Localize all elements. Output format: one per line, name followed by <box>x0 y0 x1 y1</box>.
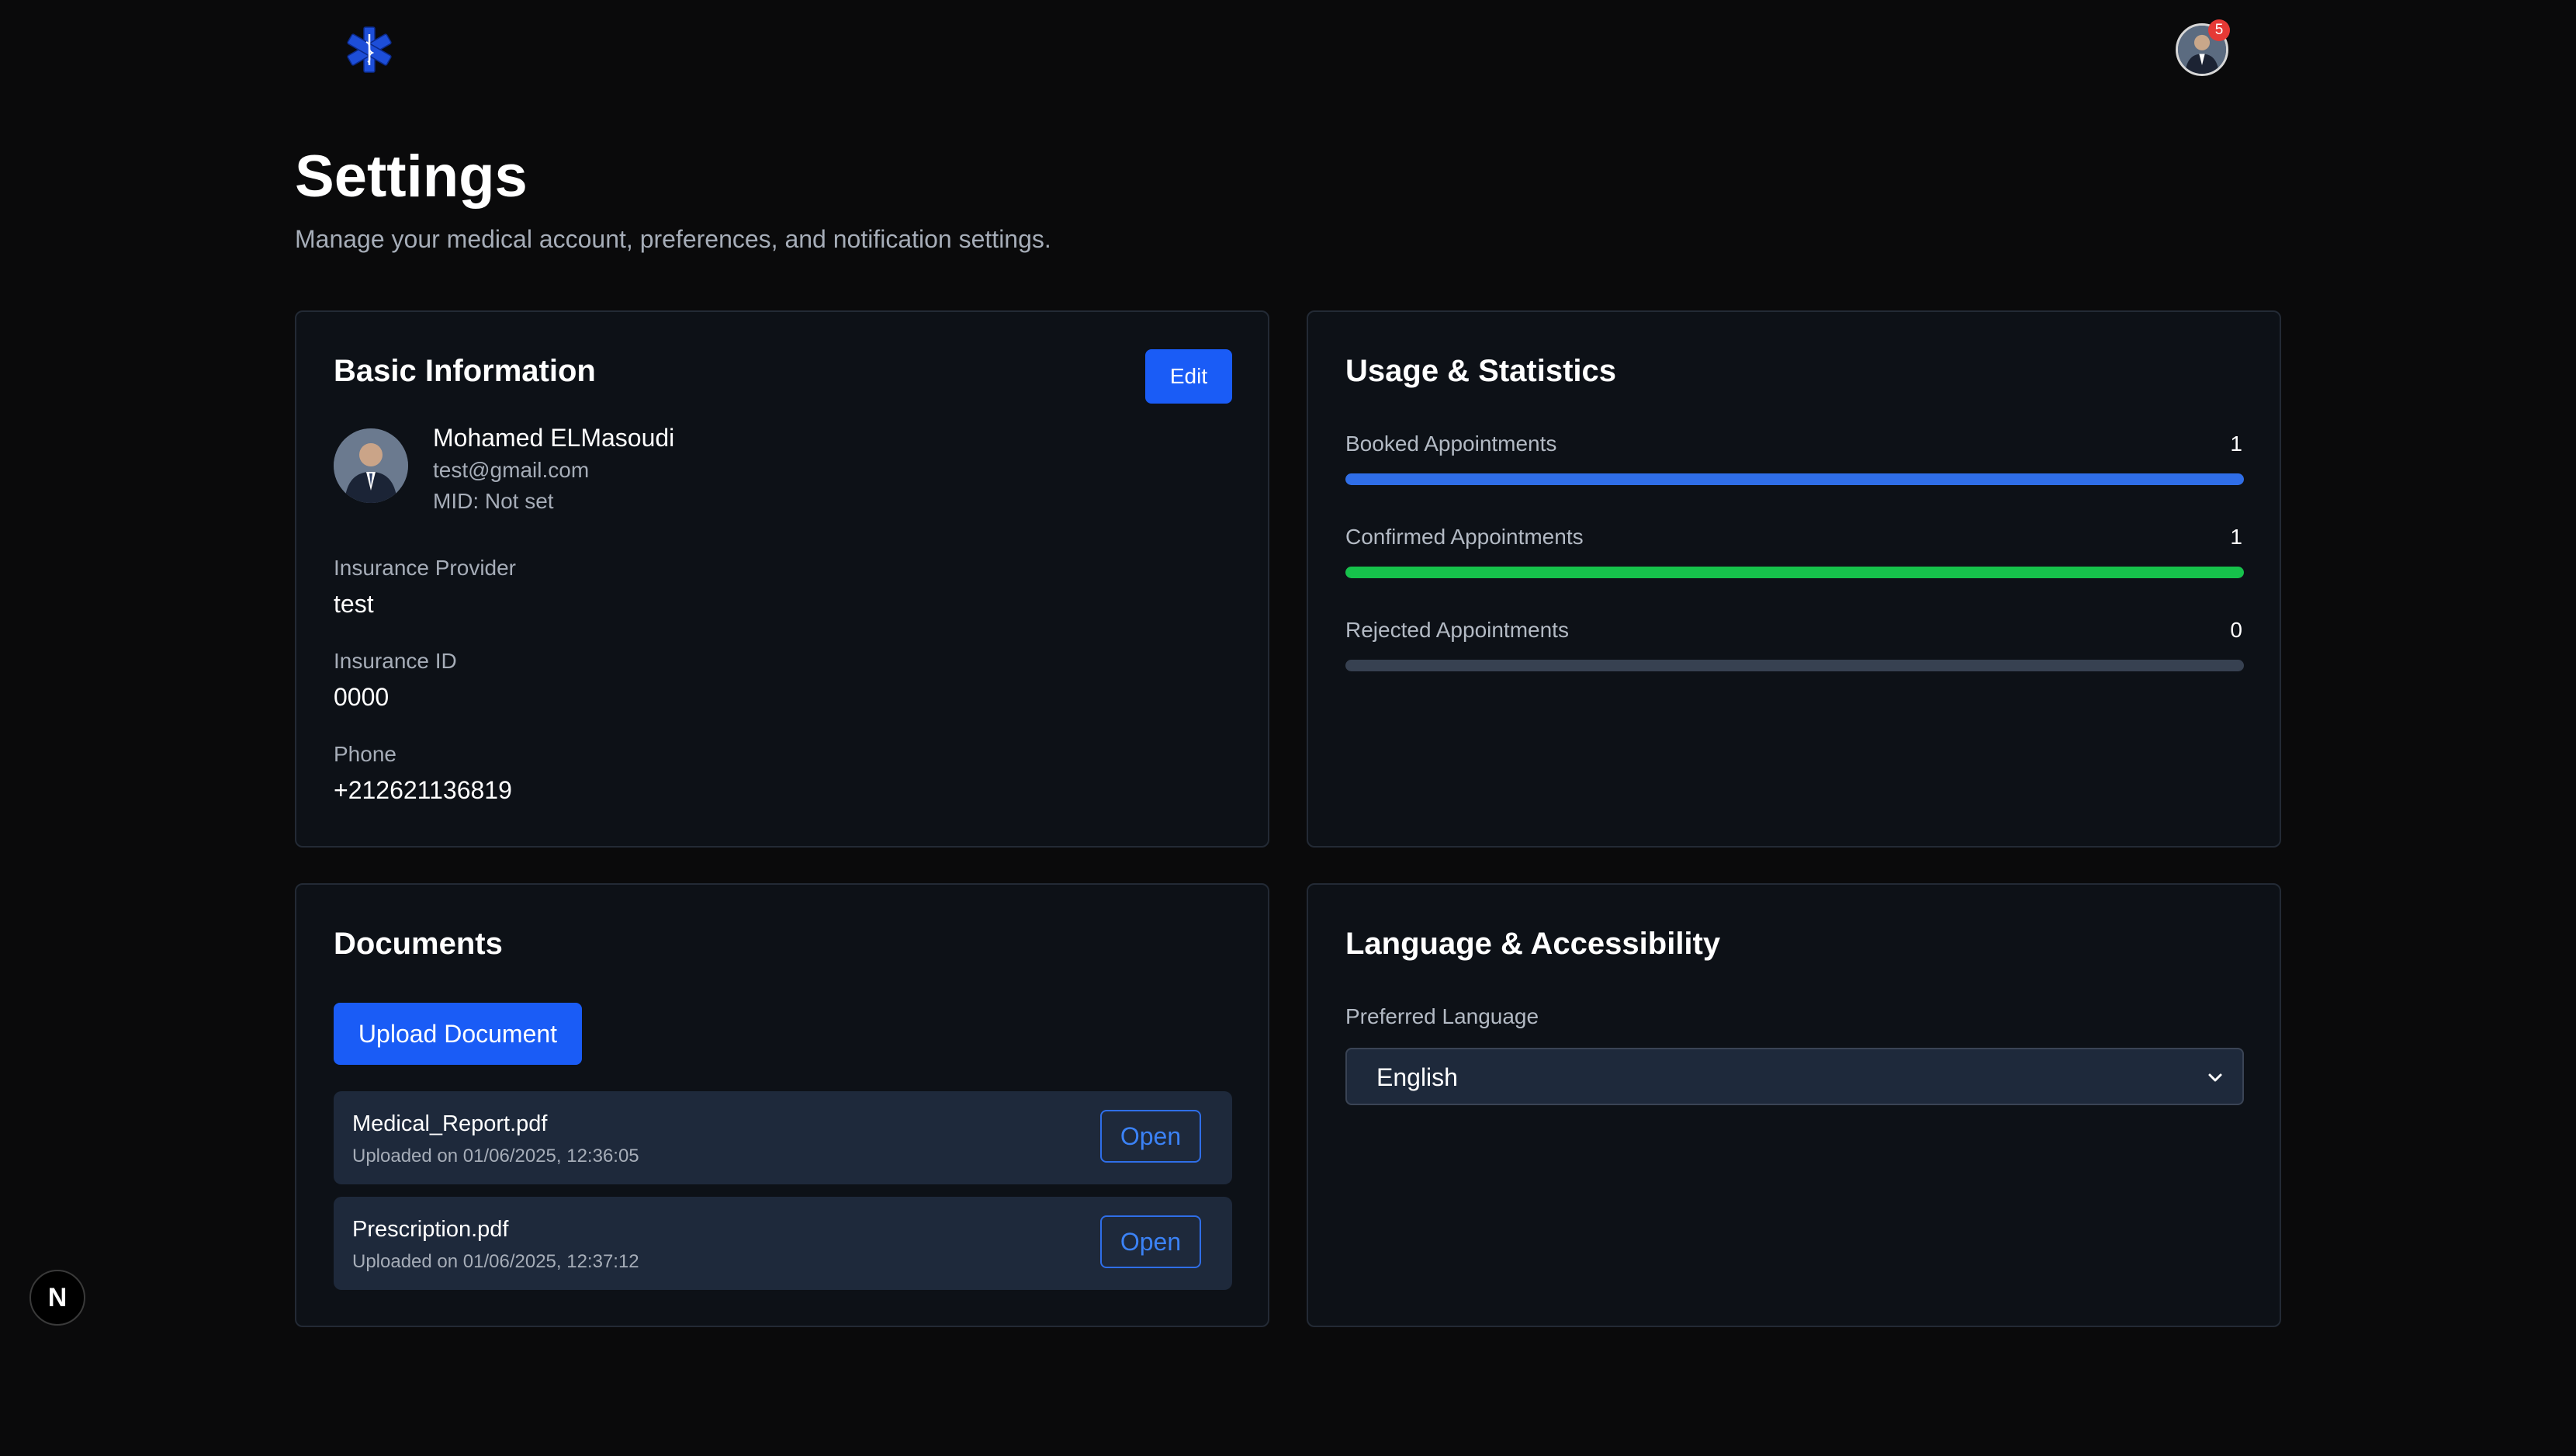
basic-information-title: Basic Information <box>334 354 596 388</box>
confirmed-appointments-value: 1 <box>2230 525 2242 549</box>
phone-label: Phone <box>334 742 396 766</box>
insurance-provider-value: test <box>334 590 374 618</box>
language-accessibility-title: Language & Accessibility <box>1345 927 1721 961</box>
booked-appointments-value: 1 <box>2230 432 2242 456</box>
document-name: Medical_Report.pdf <box>352 1111 548 1136</box>
star-of-life-icon[interactable] <box>345 25 394 75</box>
document-upload-date: Uploaded on 01/06/2025, 12:36:05 <box>352 1146 639 1167</box>
booked-appointments-fill <box>1345 473 2244 485</box>
basic-information-card: Basic Information Edit Mohamed ELMasoudi… <box>295 310 1269 848</box>
profile-email: test@gmail.com <box>433 458 590 482</box>
edit-button[interactable]: Edit <box>1145 349 1232 404</box>
chevron-down-icon <box>2208 1073 2222 1082</box>
profile-avatar <box>334 428 408 503</box>
confirmed-appointments-label: Confirmed Appointments <box>1345 525 1584 549</box>
document-upload-date: Uploaded on 01/06/2025, 12:37:12 <box>352 1251 639 1272</box>
page-subtitle: Manage your medical account, preferences… <box>295 225 1051 253</box>
open-document-button[interactable]: Open <box>1100 1110 1201 1163</box>
language-accessibility-card: Language & Accessibility Preferred Langu… <box>1307 883 2281 1327</box>
document-name: Prescription.pdf <box>352 1217 509 1242</box>
rejected-appointments-value: 0 <box>2230 618 2242 642</box>
confirmed-appointments-progress <box>1345 567 2244 578</box>
rejected-appointments-label: Rejected Appointments <box>1345 618 1569 642</box>
rejected-appointments-progress <box>1345 660 2244 671</box>
document-row: Prescription.pdf Uploaded on 01/06/2025,… <box>334 1197 1232 1290</box>
documents-card: Documents Upload Document Medical_Report… <box>295 883 1269 1327</box>
insurance-provider-label: Insurance Provider <box>334 556 517 580</box>
page-title: Settings <box>295 144 528 210</box>
top-header: 5 <box>0 0 2576 101</box>
preferred-language-select[interactable]: English <box>1345 1048 2244 1105</box>
profile-name: Mohamed ELMasoudi <box>433 424 675 452</box>
notification-badge: 5 <box>2208 19 2230 41</box>
profile-mid: MID: Not set <box>433 489 554 513</box>
booked-appointments-label: Booked Appointments <box>1345 432 1557 456</box>
confirmed-appointments-fill <box>1345 567 2244 578</box>
document-row: Medical_Report.pdf Uploaded on 01/06/202… <box>334 1091 1232 1184</box>
preferred-language-label: Preferred Language <box>1345 1004 1539 1028</box>
booked-appointments-progress <box>1345 473 2244 485</box>
documents-title: Documents <box>334 927 503 961</box>
upload-document-button[interactable]: Upload Document <box>334 1003 582 1065</box>
usage-statistics-title: Usage & Statistics <box>1345 354 1617 388</box>
insurance-id-value: 0000 <box>334 683 390 711</box>
open-document-button[interactable]: Open <box>1100 1215 1201 1268</box>
insurance-id-label: Insurance ID <box>334 649 457 673</box>
selected-language: English <box>1376 1063 1458 1091</box>
phone-value: +212621136819 <box>334 776 512 804</box>
next-dev-indicator-button[interactable]: N <box>29 1270 85 1326</box>
usage-statistics-card: Usage & Statistics Booked Appointments 1… <box>1307 310 2281 848</box>
